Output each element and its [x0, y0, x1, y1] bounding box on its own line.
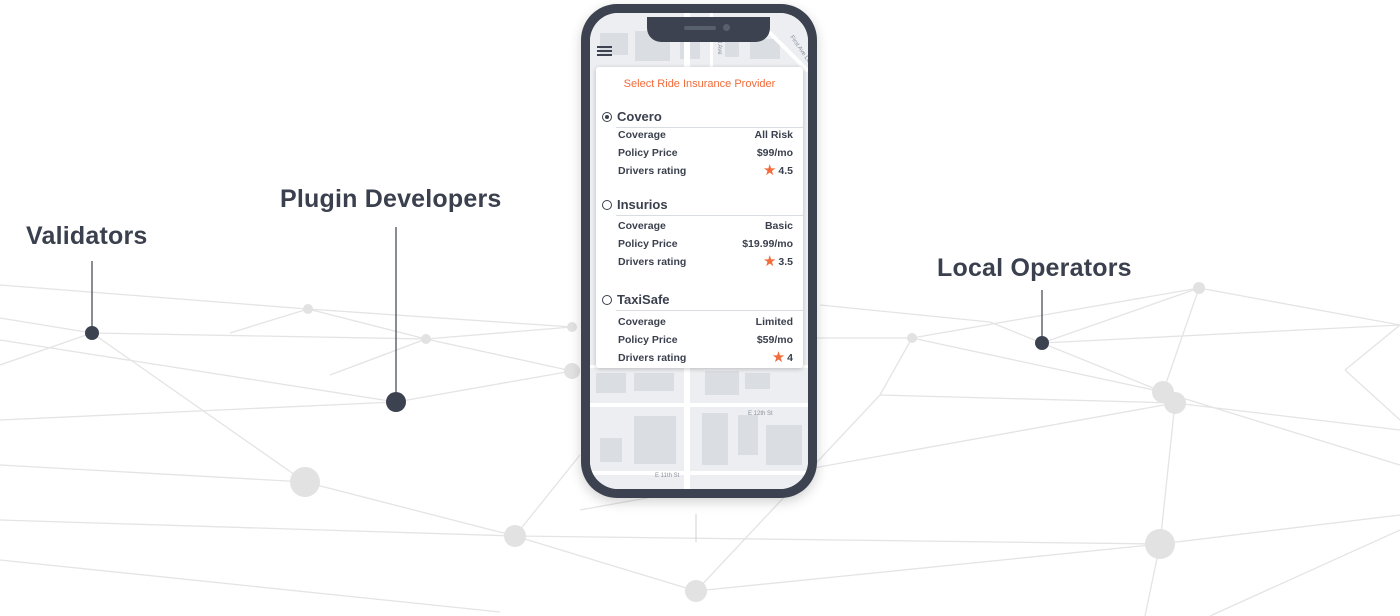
speaker-grille [684, 26, 716, 30]
provider-option-covero[interactable]: Covero [602, 109, 797, 125]
price-row: Policy Price $59/mo [616, 334, 793, 348]
coverage-value: All Risk [754, 129, 793, 141]
hamburger-menu-icon[interactable] [596, 45, 614, 59]
provider-name: Insurios [617, 197, 668, 212]
rating-row: Drivers rating ★ 4.5 [616, 162, 793, 179]
star-icon: ★ [762, 162, 777, 179]
rating-label: Drivers rating [618, 352, 687, 364]
rating-value: 3.5 [778, 256, 793, 268]
card-title: Select Ride Insurance Provider [623, 78, 776, 90]
coverage-value: Limited [755, 316, 793, 328]
coverage-label: Coverage [618, 129, 666, 141]
phone-notch [647, 17, 770, 42]
rating-label: Drivers rating [618, 165, 687, 177]
insurance-provider-card: Select Ride Insurance Provider Covero Co… [596, 67, 803, 368]
price-label: Policy Price [618, 147, 678, 159]
divider [616, 310, 803, 311]
rating-value: 4 [787, 352, 793, 364]
provider-option-taxisafe[interactable]: TaxiSafe [602, 292, 797, 308]
rating-row: Drivers rating ★ 3.5 [616, 253, 793, 270]
phone-mockup: 1st Ave First Ave Loop E 12th St E 11th … [581, 4, 817, 498]
provider-name: TaxiSafe [617, 292, 670, 307]
coverage-label: Coverage [618, 220, 666, 232]
local-operators-label: Local Operators [937, 254, 1132, 282]
provider-option-insurios[interactable]: Insurios [602, 197, 797, 213]
price-label: Policy Price [618, 238, 678, 250]
price-value: $59/mo [756, 334, 793, 346]
rating-label: Drivers rating [618, 256, 687, 268]
coverage-row: Coverage Basic [616, 220, 793, 234]
street-label: E 12th St [748, 411, 773, 417]
street-label: E 11th St [655, 473, 680, 479]
rating-value: 4.5 [778, 165, 793, 177]
validators-label: Validators [26, 222, 148, 250]
provider-name: Covero [617, 109, 662, 124]
price-value: $99/mo [756, 147, 793, 159]
phone-screen: 1st Ave First Ave Loop E 12th St E 11th … [590, 13, 808, 489]
rating-value-wrap: ★ 3.5 [762, 253, 793, 270]
star-icon: ★ [771, 349, 786, 366]
price-value: $19.99/mo [742, 238, 793, 250]
rating-row: Drivers rating ★ 4 [616, 349, 793, 366]
coverage-row: Coverage Limited [616, 316, 793, 330]
radio-unselected-icon[interactable] [602, 295, 612, 305]
plugin-developers-label: Plugin Developers [280, 185, 502, 213]
camera-dot [723, 24, 730, 31]
price-label: Policy Price [618, 334, 678, 346]
divider [616, 127, 803, 128]
coverage-row: Coverage All Risk [616, 129, 793, 143]
radio-selected-icon[interactable] [602, 112, 612, 122]
divider [616, 215, 803, 216]
star-icon: ★ [762, 253, 777, 270]
coverage-label: Coverage [618, 316, 666, 328]
coverage-value: Basic [764, 220, 793, 232]
price-row: Policy Price $19.99/mo [616, 238, 793, 252]
rating-value-wrap: ★ 4.5 [762, 162, 793, 179]
price-row: Policy Price $99/mo [616, 147, 793, 161]
rating-value-wrap: ★ 4 [771, 349, 793, 366]
radio-unselected-icon[interactable] [602, 200, 612, 210]
